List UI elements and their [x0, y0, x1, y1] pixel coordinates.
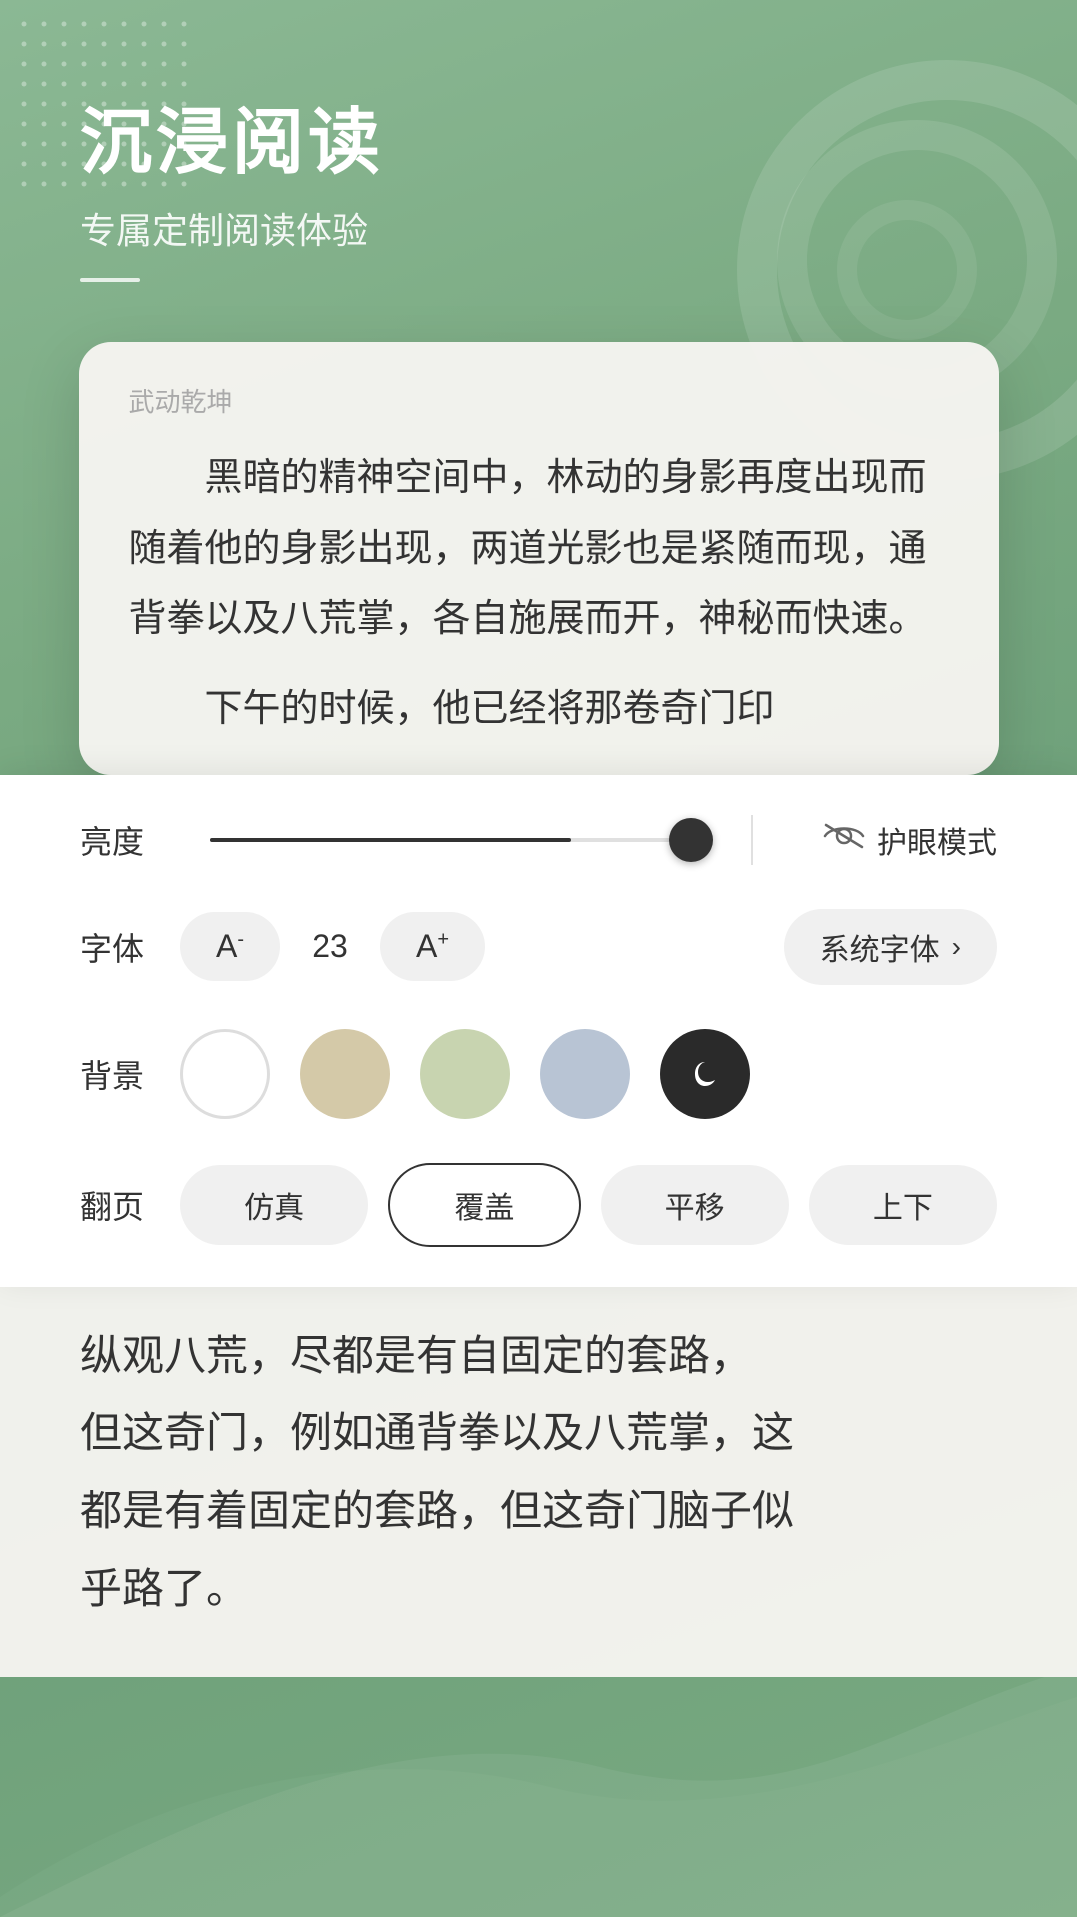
font-label: 字体	[80, 924, 180, 970]
brightness-label: 亮度	[80, 817, 180, 863]
pageturn-label: 翻页	[80, 1182, 180, 1228]
eye-mode-icon	[823, 822, 865, 858]
settings-panel: 亮度 护眼模式 字体	[0, 775, 1077, 1287]
background-row: 背景	[80, 1029, 997, 1119]
pageturn-row: 翻页 仿真 覆盖 平移 上下	[80, 1163, 997, 1247]
eye-mode-label: 护眼模式	[877, 818, 997, 862]
pageturn-vertical-label: 上下	[873, 1192, 933, 1225]
bg-option-dark[interactable]	[660, 1029, 750, 1119]
chevron-right-icon: ›	[952, 931, 961, 963]
font-size-display: 23	[300, 928, 360, 965]
reading-paragraph-2: 下午的时候，他已经将那卷奇门印	[129, 674, 949, 744]
reading-card: 武动乾坤 黑暗的精神空间中，林动的身影再度出现而随着他的身影出现，两道光影也是紧…	[79, 342, 999, 774]
bottom-text-line-3: 都是有着固定的套路，但这奇门脑子似	[80, 1487, 794, 1534]
bottom-reading-section: 纵观八荒，尽都是有自固定的套路， 但这奇门，例如通背拳以及八荒掌，这 都是有着固…	[0, 1287, 1077, 1678]
bottom-text-line-1: 纵观八荒，尽都是有自固定的套路，	[80, 1332, 752, 1379]
pageturn-slide-button[interactable]: 平移	[601, 1165, 789, 1245]
brightness-track[interactable]	[210, 838, 691, 842]
font-decrease-button[interactable]: A-	[180, 912, 280, 981]
bg-option-light-green[interactable]	[420, 1029, 510, 1119]
reading-paragraph-1: 黑暗的精神空间中，林动的身影再度出现而随着他的身影出现，两道光影也是紧随而现，通…	[129, 443, 949, 654]
pageturn-simulated-label: 仿真	[244, 1192, 304, 1225]
pageturn-simulated-button[interactable]: 仿真	[180, 1165, 368, 1245]
pageturn-vertical-button[interactable]: 上下	[809, 1165, 997, 1245]
moon-icon	[685, 1054, 725, 1094]
page-content: 沉浸阅读 专属定制阅读体验 武动乾坤 黑暗的精神空间中，林动的身影再度出现而随着…	[0, 0, 1077, 1917]
brightness-slider-container	[210, 838, 691, 842]
font-increase-button[interactable]: A+	[380, 912, 485, 981]
font-controls: A- 23 A+ 系统字体 ›	[180, 909, 997, 985]
brightness-thumb[interactable]	[669, 818, 713, 862]
bottom-text-line-2: 但这奇门，例如通背拳以及八荒掌，这	[80, 1409, 794, 1456]
eye-mode-group[interactable]: 护眼模式	[823, 818, 997, 862]
font-decrease-label: A-	[216, 928, 244, 965]
book-title: 武动乾坤	[129, 382, 949, 419]
pageturn-slide-label: 平移	[665, 1192, 725, 1225]
bg-option-beige[interactable]	[300, 1029, 390, 1119]
bg-option-light-blue[interactable]	[540, 1029, 630, 1119]
pageturn-options: 仿真 覆盖 平移 上下	[180, 1163, 997, 1247]
hero-subtitle: 专属定制阅读体验	[80, 202, 997, 254]
brightness-fill	[210, 838, 571, 842]
hero-title: 沉浸阅读	[80, 100, 997, 186]
bg-option-white[interactable]	[180, 1029, 270, 1119]
font-family-button[interactable]: 系统字体 ›	[784, 909, 997, 985]
brightness-row: 亮度 护眼模式	[80, 815, 997, 865]
font-row: 字体 A- 23 A+ 系统字体 ›	[80, 909, 997, 985]
hero-divider	[80, 278, 140, 282]
font-family-label: 系统字体	[820, 925, 940, 969]
bottom-text-line-4: 乎路了。	[80, 1565, 248, 1612]
settings-divider	[751, 815, 753, 865]
hero-section: 沉浸阅读 专属定制阅读体验	[0, 0, 1077, 342]
bottom-reading-text: 纵观八荒，尽都是有自固定的套路， 但这奇门，例如通背拳以及八荒掌，这 都是有着固…	[80, 1317, 997, 1628]
background-label: 背景	[80, 1051, 180, 1097]
pageturn-cover-button[interactable]: 覆盖	[388, 1163, 580, 1247]
font-increase-label: A+	[416, 928, 449, 965]
background-options	[180, 1029, 997, 1119]
pageturn-cover-label: 覆盖	[454, 1192, 514, 1225]
